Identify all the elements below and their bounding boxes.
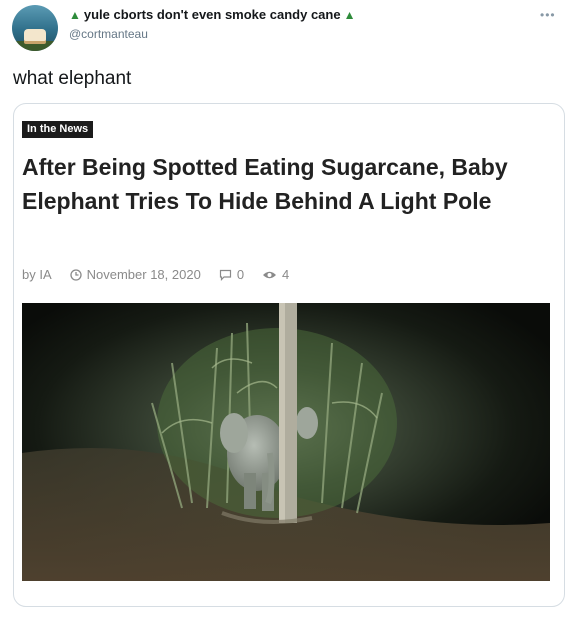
avatar-ground: [12, 41, 58, 51]
display-name-text: yule cborts don't even smoke candy cane: [83, 7, 341, 22]
baby-elephant-behind-pole-photo: [22, 303, 550, 581]
comment-icon[interactable]: [219, 269, 232, 281]
clock-icon: [69, 268, 82, 281]
article-photo[interactable]: [22, 303, 550, 581]
tweet: ▲ yule cborts don't even smoke candy can…: [0, 0, 575, 620]
comment-count: 0: [236, 267, 245, 282]
view-count: 4: [282, 267, 290, 282]
news-badge: In the News: [22, 121, 94, 138]
christmas-tree-icon: ▲: [69, 7, 81, 22]
author-label[interactable]: by IA: [22, 267, 52, 282]
display-name[interactable]: ▲ yule cborts don't even smoke candy can…: [69, 7, 355, 22]
article-card[interactable]: In the News After Being Spotted Eating S…: [13, 103, 565, 607]
avatar[interactable]: [12, 5, 58, 51]
publish-date: November 18, 2020: [86, 267, 201, 282]
eye-icon: [262, 269, 277, 281]
user-handle[interactable]: @cortmanteau: [69, 27, 148, 41]
avatar-cake: [24, 29, 46, 41]
article-headline[interactable]: After Being Spotted Eating Sugarcane, Ba…: [22, 150, 542, 218]
tweet-text: what elephant: [13, 68, 132, 89]
christmas-tree-icon: ▲: [343, 7, 356, 22]
more-dots-icon[interactable]: •••: [540, 8, 556, 22]
article-meta: by IA November 18, 2020 0 4: [22, 267, 289, 282]
